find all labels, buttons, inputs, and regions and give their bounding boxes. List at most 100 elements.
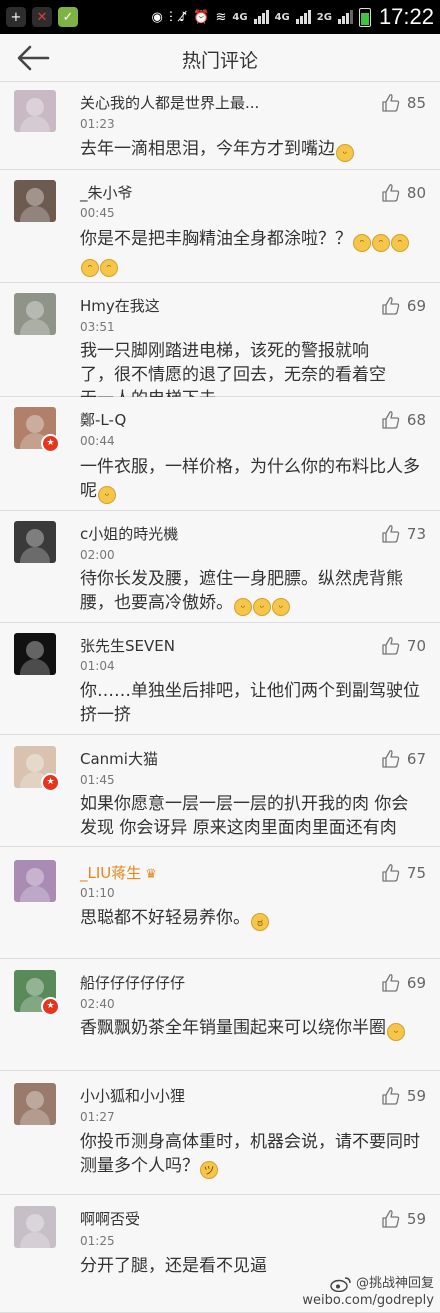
username-text: 小小狐和小小狸 [80,1087,186,1105]
missed-call-icon: ✕ [32,7,52,27]
username[interactable]: 鄭-L-Q [80,409,126,430]
comment-item[interactable]: 关心我的人都是世界上最... 01:23 去年一滴相思泪，今年方才到嘴边 ᵕ 85 [0,82,440,170]
wink-emoji-icon: ᵕ [234,598,252,616]
username[interactable]: Hmy在我这 [80,295,160,316]
wink-emoji-icon: ᵕ [272,598,290,616]
like-count: 85 [406,94,426,112]
like-button[interactable]: 80 [381,183,426,203]
comment-text-content: 一件衣服，一样价格，为什么你的布料比人多呢 [80,457,420,501]
avatar-image [14,860,56,902]
signal-icon [295,10,311,24]
avatar[interactable] [14,293,56,335]
thumbs-up-icon [382,94,400,112]
weibo-logo-icon [330,1276,351,1292]
comment-item[interactable]: _朱小爷 00:45 你是不是把丰胸精油全身都涂啦？？ ᵔ ᵔ ᵔᵔ ᵔ 80 [0,170,440,283]
avatar-image [14,180,56,222]
username-text: Canmi大猫 [80,750,158,768]
thumbs-up-icon [382,974,400,992]
comment-item[interactable]: ★ Canmi大猫 01:45 如果你愿意一层一层一层的扒开我的肉 你会发现 你会讶异… [0,735,440,847]
username[interactable]: _LIU蒋生 ♛ [80,862,157,883]
username-text: 张先生SEVEN [80,637,175,655]
comment-text-content: 如果你愿意一层一层一层的扒开我的肉 你会发现 你会讶异 原来这肉里面肉里面还有肉 [80,794,409,838]
thumbs-up-icon [382,297,400,315]
comment-list[interactable]: 关心我的人都是世界上最... 01:23 去年一滴相思泪，今年方才到嘴边 ᵕ 85 _朱小… [0,82,440,1313]
username-text: 船仔仔仔仔仔仔 [80,974,186,992]
username-text: c小姐的時光機 [80,525,179,543]
smile-emoji-icon: ᵕ [336,144,354,162]
comment-time: 01:25 [80,1234,115,1248]
comment-text-content: 你是不是把丰胸精油全身都涂啦？？ [80,229,352,249]
avatar[interactable]: ★ [14,746,60,792]
blush-emoji-icon: ᵔ [353,234,371,252]
like-count: 67 [406,750,426,768]
network-type-label: 4G [274,11,290,23]
like-button[interactable]: 85 [381,93,426,113]
network-type-label: 2G [316,11,332,23]
comment-time: 00:44 [80,434,115,448]
wifi-icon: ≋ [215,9,227,25]
avatar[interactable] [14,90,56,132]
like-button[interactable]: 73 [381,524,426,544]
mute-icon: ♪̸ [179,9,188,25]
avatar[interactable]: ★ [14,970,60,1016]
avatar-image [14,90,56,132]
comment-text: 思聪都不好轻易养你。 ಠ [80,906,420,931]
comment-text-content: 你……单独坐后排吧，让他们两个到副驾驶位挤一挤 [80,681,420,725]
username[interactable]: 小小狐和小小狸 [80,1085,185,1106]
avatar-image [14,1083,56,1125]
username[interactable]: c小姐的時光機 [80,523,178,544]
avatar[interactable] [14,521,56,563]
username[interactable]: 张先生SEVEN [80,635,175,656]
comment-time: 01:27 [80,1110,115,1124]
signal-icon [337,10,353,24]
watermark-handle: @挑战神回复 [355,1276,434,1291]
like-count: 69 [406,974,426,992]
status-time: 17:22 [378,4,434,29]
comment-item[interactable]: ★ 船仔仔仔仔仔仔 02:40 香飘飘奶茶全年销量围起来可以绕你半圈 ᵕ 69 [0,959,440,1071]
like-button[interactable]: 69 [381,973,426,993]
comment-time: 02:40 [80,997,115,1011]
comment-text: 你……单独坐后排吧，让他们两个到副驾驶位挤一挤 [80,679,420,727]
comment-item[interactable]: c小姐的時光機 02:00 待你长发及腰，遮住一身肥膘。纵然虎背熊腰，也要高冷傲娇。… [0,511,440,623]
wink-emoji-icon: ᵕ [253,598,271,616]
username[interactable]: Canmi大猫 [80,748,158,769]
comment-item[interactable]: 小小狐和小小狸 01:27 你投币测身高体重时，机器会说，请不要同时测量多个人吗？ツ… [0,1071,440,1195]
like-button[interactable]: 70 [381,636,426,656]
like-button[interactable]: 67 [381,749,426,769]
like-button[interactable]: 68 [381,410,426,430]
username[interactable]: 啊啊否受 [80,1208,140,1229]
username[interactable]: _朱小爷 [80,182,133,203]
comment-item[interactable]: Hmy在我这 03:51 我一只脚刚踏进电梯，该死的警报就响了，很不情愿的退了回去，… [0,283,440,409]
grin-emoji-icon: ツ [200,1161,218,1179]
avatar[interactable] [14,633,56,675]
like-button[interactable]: 59 [381,1209,426,1229]
member-crown-icon: ♛ [145,867,157,882]
signal-icon [253,10,269,24]
like-count: 68 [406,411,426,429]
alarm-icon: ⏰ [193,9,210,25]
comment-item[interactable]: _LIU蒋生 ♛ 01:10 思聪都不好轻易养你。 ಠ 75 [0,847,440,959]
avatar[interactable]: ★ [14,407,60,453]
comment-text: 待你长发及腰，遮住一身肥膘。纵然虎背熊腰，也要高冷傲娇。 ᵕ ᵕ ᵕ [80,567,420,616]
avatar[interactable] [14,1083,56,1125]
avatar[interactable] [14,180,56,222]
username[interactable]: 船仔仔仔仔仔仔 [80,972,185,993]
verified-badge-icon: ★ [41,997,60,1016]
comment-item[interactable]: ★ 鄭-L-Q 00:44 一件衣服，一样价格，为什么你的布料比人多呢 ᵕ 68 [0,397,440,511]
username[interactable]: 关心我的人都是世界上最... [80,92,259,113]
avatar-image [14,293,56,335]
blush-emoji-icon: ᵔ [372,234,390,252]
top-bar: 热门评论 [0,34,440,82]
like-button[interactable]: 69 [381,296,426,316]
comment-item[interactable]: 张先生SEVEN 01:04 你……单独坐后排吧，让他们两个到副驾驶位挤一挤 70 [0,623,440,735]
like-button[interactable]: 59 [381,1086,426,1106]
avatar[interactable] [14,860,56,902]
battery-icon [358,7,371,27]
thumbs-up-icon [382,864,400,882]
thumbs-up-icon [382,411,400,429]
avatar[interactable] [14,1206,56,1248]
comment-text: 一件衣服，一样价格，为什么你的布料比人多呢 ᵕ [80,455,420,504]
verified-badge-icon: ★ [41,773,60,792]
thumbs-up-icon [382,750,400,768]
like-button[interactable]: 75 [381,863,426,883]
